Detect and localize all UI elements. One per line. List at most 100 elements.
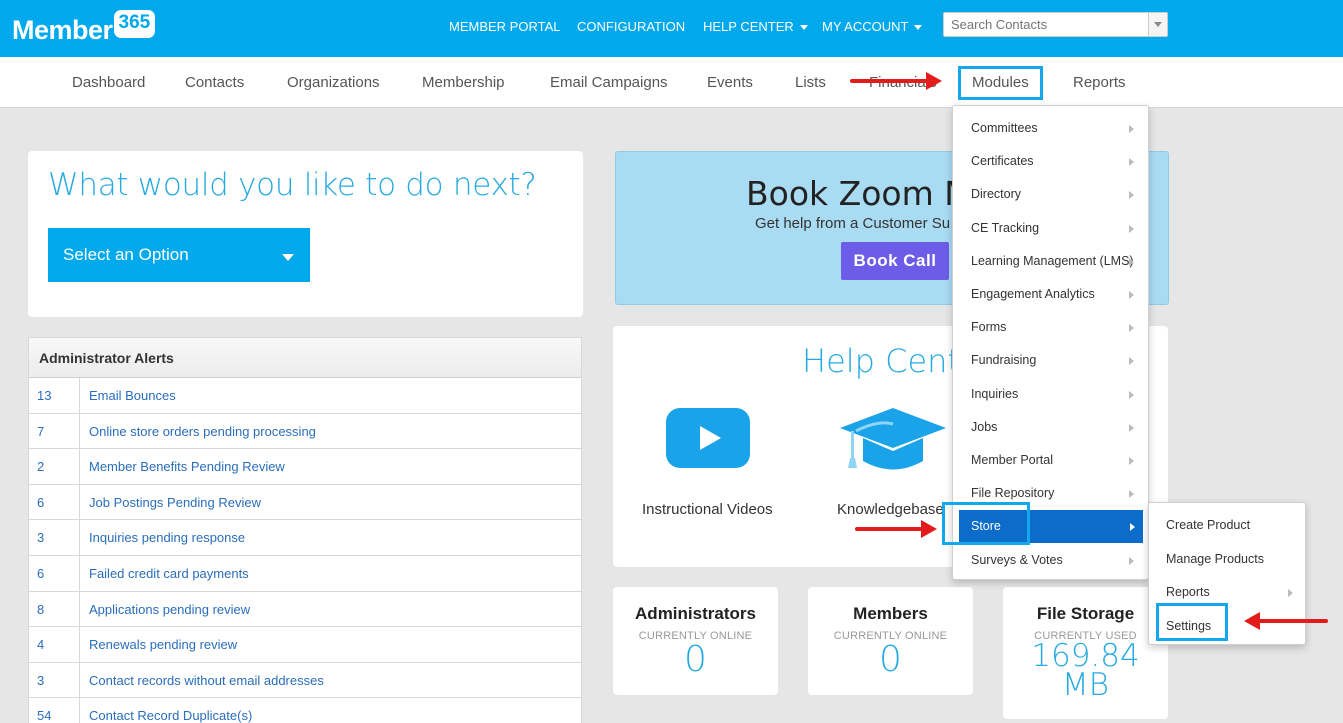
chevron-right-icon xyxy=(1129,158,1134,167)
topnav-label: MEMBER PORTAL xyxy=(449,19,561,34)
annotation-arrow-store xyxy=(855,520,937,538)
modules-menu-item[interactable]: Learning Management (LMS) xyxy=(953,245,1148,278)
topnav-help-center[interactable]: HELP CENTER xyxy=(703,19,808,34)
alert-label[interactable]: Applications pending review xyxy=(89,592,250,628)
annotation-arrow-modules xyxy=(850,72,942,90)
chevron-right-icon xyxy=(1129,125,1134,133)
alert-label[interactable]: Job Postings Pending Review xyxy=(89,485,261,521)
alert-row[interactable]: 3 Contact records without email addresses xyxy=(29,662,581,699)
alert-label[interactable]: Email Bounces xyxy=(89,378,176,414)
topnav-member-portal[interactable]: MEMBER PORTAL xyxy=(449,19,560,34)
select-option-dropdown[interactable]: Select an Option xyxy=(48,228,310,282)
menu-item-label: Directory xyxy=(971,187,1022,202)
stat-file-storage: File Storage CURRENTLY USED 169.84 MB xyxy=(1003,587,1168,719)
modules-menu-item[interactable]: Directory xyxy=(953,178,1148,211)
topnav-my-account[interactable]: MY ACCOUNT xyxy=(822,19,923,34)
store-submenu-item[interactable]: Manage Products xyxy=(1149,543,1305,576)
graduation-cap-icon[interactable] xyxy=(838,406,948,476)
stat-members: Members CURRENTLY ONLINE 0 xyxy=(808,587,973,695)
storage-unit: MB xyxy=(1061,667,1110,703)
alert-label[interactable]: Member Benefits Pending Review xyxy=(89,449,285,485)
search-input[interactable] xyxy=(944,13,1144,36)
topnav-configuration[interactable]: CONFIGURATION xyxy=(577,19,685,34)
chevron-right-icon xyxy=(1129,257,1134,266)
nav-organizations[interactable]: Organizations xyxy=(287,74,380,91)
menu-item-label: Engagement Analytics xyxy=(971,287,1095,301)
video-play-icon[interactable] xyxy=(666,408,750,468)
alert-label[interactable]: Failed credit card payments xyxy=(89,556,249,592)
select-option-label: Select an Option xyxy=(63,245,189,264)
nav-events[interactable]: Events xyxy=(707,74,753,91)
alert-row[interactable]: 6 Failed credit card payments xyxy=(29,555,581,592)
caret-down-icon xyxy=(799,25,808,31)
chevron-right-icon xyxy=(1130,523,1135,532)
chevron-right-icon xyxy=(1288,589,1293,597)
logo[interactable]: Member 365 xyxy=(12,10,156,46)
modules-menu-item[interactable]: Engagement Analytics xyxy=(953,278,1148,311)
logo-badge: 365 xyxy=(113,10,156,38)
menu-item-label: Forms xyxy=(971,320,1007,335)
knowledgebase-link[interactable]: Knowledgebase xyxy=(837,501,944,518)
instructional-videos-link[interactable]: Instructional Videos xyxy=(642,501,773,518)
alert-row[interactable]: 2 Member Benefits Pending Review xyxy=(29,449,581,485)
submenu-item-label: Create Product xyxy=(1166,518,1251,532)
modules-menu-item[interactable]: Forms xyxy=(953,311,1148,344)
alert-label[interactable]: Inquiries pending response xyxy=(89,520,245,556)
topnav-label: CONFIGURATION xyxy=(577,19,686,34)
alert-row[interactable]: 13 Email Bounces xyxy=(29,378,581,414)
alert-count[interactable]: 4 xyxy=(29,627,80,662)
nav-contacts[interactable]: Contacts xyxy=(185,74,244,91)
alert-label[interactable]: Online store orders pending processing xyxy=(89,414,316,450)
nav-lists[interactable]: Lists xyxy=(795,74,826,91)
chevron-right-icon xyxy=(1129,390,1134,399)
alert-row[interactable]: 3 Inquiries pending response xyxy=(29,520,581,556)
search-dropdown-icon[interactable] xyxy=(1148,13,1167,36)
modules-menu-item[interactable]: Inquiries xyxy=(953,378,1148,411)
menu-item-label: Committees xyxy=(971,121,1038,135)
modules-menu-item[interactable]: CE Tracking xyxy=(953,212,1148,245)
nav-email-campaigns[interactable]: Email Campaigns xyxy=(550,74,668,91)
modules-menu-item[interactable]: Certificates xyxy=(953,145,1148,178)
alert-row[interactable]: 54 Contact Record Duplicate(s) xyxy=(29,698,581,723)
administrator-alerts: Administrator Alerts 13 Email Bounces 7 Onl… xyxy=(28,337,582,723)
chevron-right-icon xyxy=(1129,357,1134,366)
alert-label[interactable]: Renewals pending review xyxy=(89,627,237,663)
book-call-button[interactable]: Book Call xyxy=(841,242,949,280)
modules-menu-item[interactable]: Surveys & Votes xyxy=(953,544,1148,577)
alert-row[interactable]: 4 Renewals pending review xyxy=(29,627,581,663)
alert-count[interactable]: 6 xyxy=(29,555,80,591)
submenu-item-label: Manage Products xyxy=(1166,551,1264,566)
alert-count[interactable]: 6 xyxy=(29,484,80,520)
nav-membership[interactable]: Membership xyxy=(422,74,505,91)
logo-text: Member xyxy=(12,15,113,45)
alert-count[interactable]: 54 xyxy=(29,698,80,723)
menu-item-label: Member Portal xyxy=(971,453,1053,467)
chevron-right-icon xyxy=(1129,291,1134,299)
nav-reports[interactable]: Reports xyxy=(1073,74,1126,91)
modules-menu-item[interactable]: Jobs xyxy=(953,411,1148,444)
alert-count[interactable]: 3 xyxy=(29,662,80,698)
alert-count[interactable]: 3 xyxy=(29,520,80,555)
modules-menu-item[interactable]: Fundraising xyxy=(953,344,1148,377)
alert-label[interactable]: Contact records without email addresses xyxy=(89,663,324,699)
alert-count[interactable]: 8 xyxy=(29,591,80,627)
store-highlight xyxy=(942,502,1030,545)
store-submenu-item[interactable]: Create Product xyxy=(1149,509,1305,542)
alert-count[interactable]: 7 xyxy=(29,413,80,449)
alert-count[interactable]: 2 xyxy=(29,449,80,484)
next-action-title: What would you like to do next? xyxy=(48,167,537,203)
stat-administrators: Administrators CURRENTLY ONLINE 0 xyxy=(613,587,778,695)
alert-row[interactable]: 7 Online store orders pending processing xyxy=(29,413,581,450)
stat-title: Administrators xyxy=(635,604,756,623)
modules-menu-item[interactable]: Member Portal xyxy=(953,444,1148,477)
stat-title: File Storage xyxy=(1036,604,1135,623)
alert-label[interactable]: Contact Record Duplicate(s) xyxy=(89,698,252,723)
modules-menu-item[interactable]: Committees xyxy=(953,112,1148,145)
alert-row[interactable]: 8 Applications pending review xyxy=(29,591,581,628)
search-contacts[interactable] xyxy=(943,12,1168,37)
modules-highlight xyxy=(958,66,1043,100)
nav-dashboard[interactable]: Dashboard xyxy=(72,74,145,91)
chevron-right-icon xyxy=(1129,324,1134,333)
alert-row[interactable]: 6 Job Postings Pending Review xyxy=(29,484,581,521)
alert-count[interactable]: 13 xyxy=(29,378,80,413)
